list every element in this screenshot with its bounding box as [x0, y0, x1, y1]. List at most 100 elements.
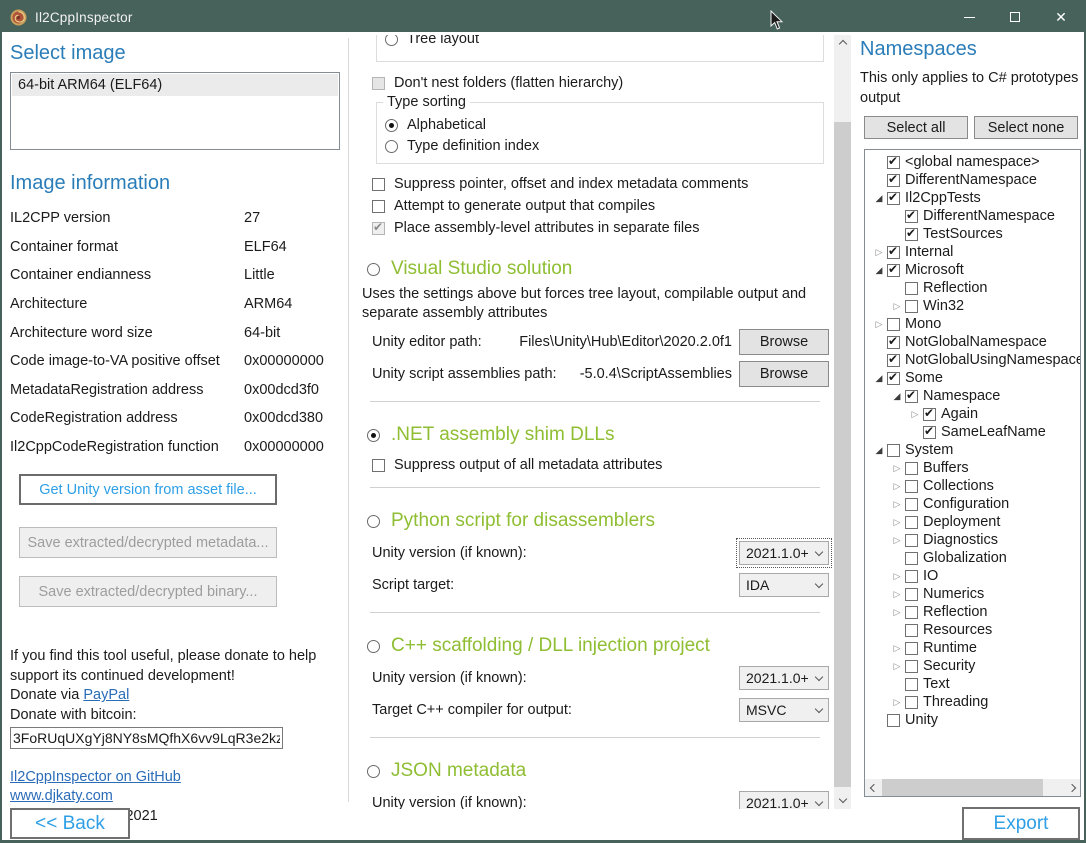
- tree-item[interactable]: ▷Threading: [865, 693, 1080, 711]
- tree-item-label[interactable]: Some: [905, 370, 943, 386]
- close-button[interactable]: ✕: [1038, 2, 1084, 32]
- tree-item-label[interactable]: <global namespace>: [905, 154, 1040, 170]
- maximize-button[interactable]: [992, 2, 1038, 32]
- back-button[interactable]: << Back: [10, 808, 130, 839]
- tree-item[interactable]: Resources: [865, 621, 1080, 639]
- options-scrollbar[interactable]: [834, 35, 851, 809]
- tree-item-label[interactable]: Internal: [905, 244, 953, 260]
- vs-solution-title[interactable]: Visual Studio solution: [391, 258, 572, 280]
- tree-item-label[interactable]: NotGlobalNamespace: [905, 334, 1047, 350]
- browse-assemblies-button[interactable]: Browse: [739, 361, 829, 387]
- alphabetical-label[interactable]: Alphabetical: [407, 117, 486, 133]
- save-metadata-button[interactable]: Save extracted/decrypted metadata...: [19, 527, 277, 558]
- tree-item[interactable]: ◢ Namespace: [865, 387, 1080, 405]
- tree-checkbox[interactable]: [887, 372, 900, 385]
- scroll-right-button[interactable]: [1063, 779, 1080, 796]
- tree-expander-icon[interactable]: ▷: [889, 297, 905, 315]
- tree-checkbox[interactable]: [905, 678, 918, 691]
- image-listbox[interactable]: 64-bit ARM64 (ELF64): [10, 72, 340, 150]
- tree-expander-icon[interactable]: ▷: [889, 693, 905, 711]
- tree-item-label[interactable]: Microsoft: [905, 262, 964, 278]
- select-none-button[interactable]: Select none: [974, 116, 1078, 139]
- shim-dlls-radio[interactable]: [367, 429, 380, 442]
- tree-item[interactable]: ▷IO: [865, 567, 1080, 585]
- minimize-button[interactable]: [946, 2, 992, 32]
- tree-expander-icon[interactable]: ▷: [889, 657, 905, 675]
- tree-item[interactable]: Text: [865, 675, 1080, 693]
- tree-checkbox[interactable]: [923, 426, 936, 439]
- tree-expander-icon[interactable]: ▷: [889, 531, 905, 549]
- paypal-link[interactable]: PayPal: [83, 687, 129, 703]
- tree-layout-radio[interactable]: [385, 35, 398, 46]
- tree-item[interactable]: Globalization: [865, 549, 1080, 567]
- tree-item-label[interactable]: Resources: [923, 622, 992, 638]
- tree-item-label[interactable]: DifferentNamespace: [905, 172, 1037, 188]
- type-definition-index-radio[interactable]: [385, 140, 398, 153]
- tree-item-label[interactable]: Reflection: [923, 604, 987, 620]
- tree-item[interactable]: ▷Mono: [865, 315, 1080, 333]
- tree-item[interactable]: ▷ Numerics: [865, 585, 1080, 603]
- script-target-dropdown[interactable]: IDA: [739, 573, 829, 597]
- tree-item-label[interactable]: Il2CppTests: [905, 190, 981, 206]
- tree-expander-icon[interactable]: ▷: [889, 603, 905, 621]
- scroll-up-button[interactable]: [834, 35, 851, 52]
- python-script-title[interactable]: Python script for disassemblers: [391, 510, 655, 532]
- tree-item-label[interactable]: SameLeafName: [941, 424, 1046, 440]
- tree-expander-icon[interactable]: ▷: [889, 639, 905, 657]
- tree-checkbox[interactable]: [905, 588, 918, 601]
- tree-item-label[interactable]: TestSources: [923, 226, 1003, 242]
- tree-checkbox[interactable]: [887, 354, 900, 367]
- tree-horizontal-scrollbar[interactable]: [865, 779, 1080, 796]
- tree-checkbox[interactable]: [887, 318, 900, 331]
- json-metadata-title[interactable]: JSON metadata: [391, 760, 526, 782]
- tree-item[interactable]: Reflection: [865, 279, 1080, 297]
- tree-item[interactable]: ▷Security: [865, 657, 1080, 675]
- tree-checkbox[interactable]: [887, 246, 900, 259]
- tree-checkbox[interactable]: [905, 300, 918, 313]
- scrollbar-thumb[interactable]: [882, 779, 1043, 796]
- tree-item[interactable]: DifferentNamespace: [865, 207, 1080, 225]
- cpp-unity-version-dropdown[interactable]: 2021.1.0+: [739, 666, 829, 690]
- cpp-compiler-dropdown[interactable]: MSVC: [739, 698, 829, 722]
- tree-expander-icon[interactable]: ◢: [871, 441, 887, 459]
- tree-item[interactable]: ▷Buffers: [865, 459, 1080, 477]
- compiles-label[interactable]: Attempt to generate output that compiles: [394, 198, 655, 214]
- tree-item-label[interactable]: Globalization: [923, 550, 1007, 566]
- tree-checkbox[interactable]: [905, 552, 918, 565]
- tree-item[interactable]: DifferentNamespace: [865, 171, 1080, 189]
- website-link[interactable]: www.djkaty.com: [10, 788, 113, 804]
- suppress-comments-label[interactable]: Suppress pointer, offset and index metad…: [394, 176, 748, 192]
- tree-checkbox[interactable]: [887, 156, 900, 169]
- tree-checkbox[interactable]: [905, 228, 918, 241]
- tree-checkbox[interactable]: [905, 534, 918, 547]
- tree-expander-icon[interactable]: ◢: [889, 387, 905, 405]
- tree-item-label[interactable]: Namespace: [923, 388, 1000, 404]
- tree-expander-icon[interactable]: ▷: [871, 315, 887, 333]
- browse-editor-button[interactable]: Browse: [739, 329, 829, 355]
- tree-checkbox[interactable]: [905, 516, 918, 529]
- tree-checkbox[interactable]: [905, 480, 918, 493]
- tree-item[interactable]: ▷Runtime: [865, 639, 1080, 657]
- tree-checkbox[interactable]: [905, 660, 918, 673]
- tree-item-label[interactable]: DifferentNamespace: [923, 208, 1055, 224]
- github-link[interactable]: Il2CppInspector on GitHub: [10, 769, 181, 785]
- tree-item[interactable]: SameLeafName: [865, 423, 1080, 441]
- tree-layout-label[interactable]: Tree layout: [407, 35, 479, 47]
- separate-files-checkbox[interactable]: [372, 222, 385, 235]
- tree-checkbox[interactable]: [887, 336, 900, 349]
- tree-item[interactable]: ▷Deployment: [865, 513, 1080, 531]
- flatten-label[interactable]: Don't nest folders (flatten hierarchy): [394, 75, 623, 91]
- tree-checkbox[interactable]: [905, 642, 918, 655]
- tree-expander-icon[interactable]: ▷: [889, 585, 905, 603]
- tree-item[interactable]: ▷Win32: [865, 297, 1080, 315]
- scrollbar-thumb[interactable]: [834, 122, 851, 787]
- suppress-comments-checkbox[interactable]: [372, 178, 385, 191]
- tree-item[interactable]: ▷Collections: [865, 477, 1080, 495]
- json-metadata-radio[interactable]: [367, 765, 380, 778]
- save-binary-button[interactable]: Save extracted/decrypted binary...: [19, 576, 277, 607]
- tree-item[interactable]: NotGlobalNamespace: [865, 333, 1080, 351]
- tree-item-label[interactable]: Diagnostics: [923, 532, 998, 548]
- tree-checkbox[interactable]: [887, 174, 900, 187]
- tree-item-label[interactable]: Numerics: [923, 586, 984, 602]
- compiles-checkbox[interactable]: [372, 200, 385, 213]
